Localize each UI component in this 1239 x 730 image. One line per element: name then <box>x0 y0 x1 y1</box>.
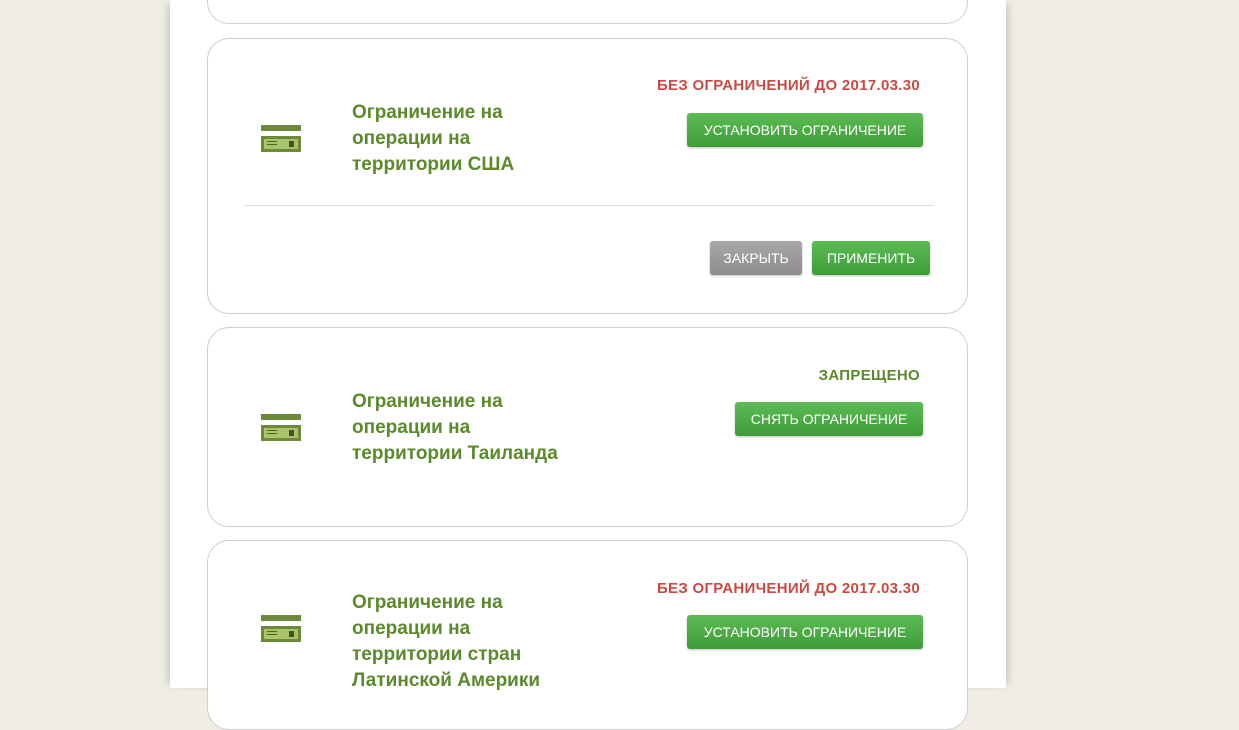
restriction-card-usa: Ограничение на операции на территории СШ… <box>207 38 968 314</box>
restriction-card-thailand: Ограничение на операции на территории Та… <box>207 327 968 527</box>
restriction-card-previous <box>207 0 968 24</box>
restriction-status: ЗАПРЕЩЕНО <box>818 367 920 384</box>
restriction-status: БЕЗ ОГРАНИЧЕНИЙ ДО 2017.03.30 <box>656 580 920 597</box>
divider <box>244 205 934 206</box>
restriction-status: БЕЗ ОГРАНИЧЕНИЙ ДО 2017.03.30 <box>656 77 920 94</box>
restriction-title: Ограничение на операции на территории Та… <box>352 391 558 464</box>
apply-button[interactable]: ПРИМЕНИТЬ <box>812 241 930 275</box>
set-restriction-button[interactable]: УСТАНОВИТЬ ОГРАНИЧЕНИЕ <box>687 615 923 649</box>
card-icon <box>261 125 301 153</box>
close-button[interactable]: ЗАКРЫТЬ <box>710 241 802 275</box>
restriction-title: Ограничение на операции на территории СШ… <box>352 102 515 175</box>
card-icon <box>261 615 301 643</box>
remove-restriction-button[interactable]: СНЯТЬ ОГРАНИЧЕНИЕ <box>735 402 923 436</box>
set-restriction-button[interactable]: УСТАНОВИТЬ ОГРАНИЧЕНИЕ <box>687 113 923 147</box>
restriction-card-latin-america: Ограничение на операции на территории ст… <box>207 540 968 730</box>
card-icon <box>261 414 301 442</box>
restriction-title: Ограничение на операции на территории ст… <box>352 592 541 691</box>
